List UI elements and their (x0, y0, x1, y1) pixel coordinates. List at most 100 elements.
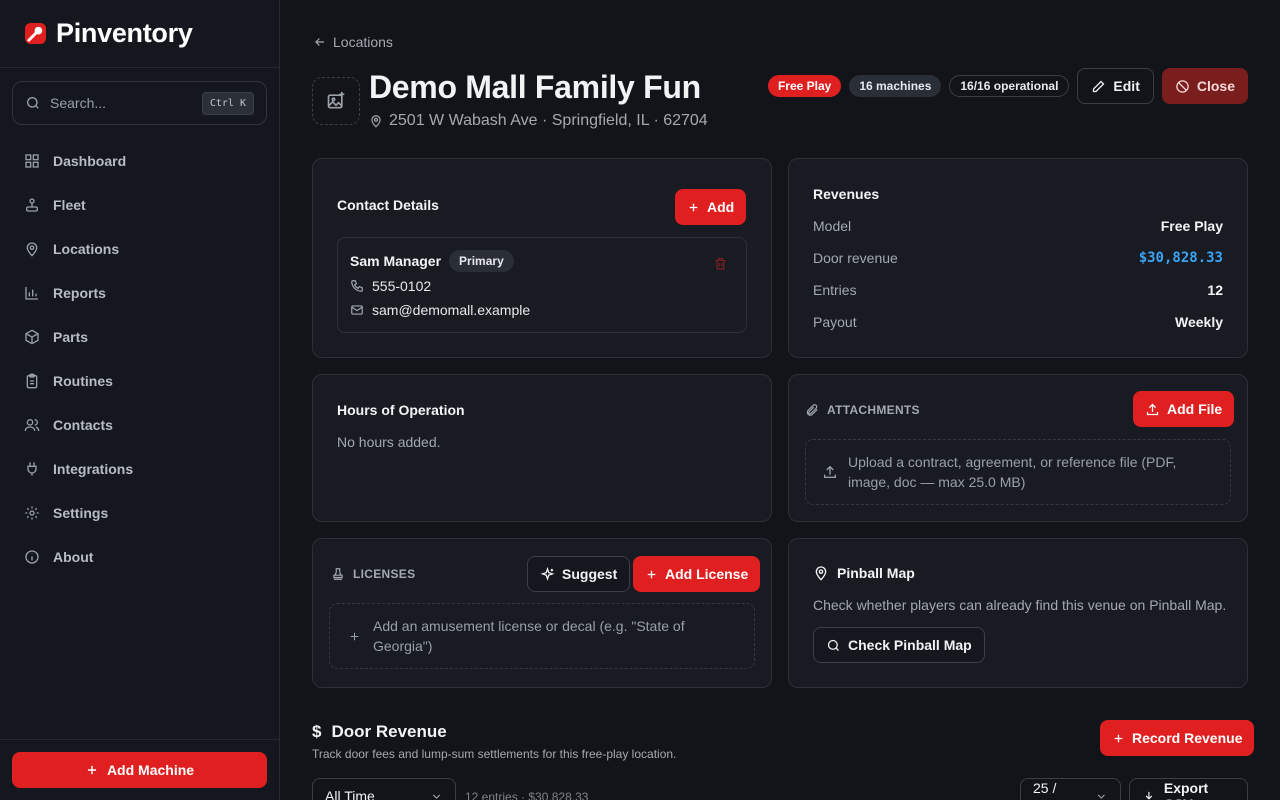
add-license-label: Add License (665, 566, 749, 582)
revenue-label: Payout (813, 314, 857, 330)
sparkles-icon (540, 566, 555, 581)
sidebar-item-settings[interactable]: Settings (12, 491, 267, 535)
sidebar-item-parts[interactable]: Parts (12, 315, 267, 359)
time-filter-select[interactable]: All Time (312, 778, 456, 800)
edit-button[interactable]: Edit (1077, 68, 1154, 104)
sidebar-item-label: Locations (53, 241, 120, 257)
time-filter-value: All Time (325, 788, 375, 800)
export-csv-button[interactable]: Export CSV (1129, 778, 1248, 800)
users-icon (24, 419, 40, 432)
package-icon (25, 329, 39, 345)
brand[interactable]: Pinventory (0, 0, 279, 68)
add-license-button[interactable]: Add License (633, 556, 761, 592)
page-size-select[interactable]: 25 / page (1020, 778, 1121, 800)
door-revenue-subtitle: Track door fees and lump-sum settlements… (312, 747, 677, 761)
entries-summary: 12 entries · $30,828.33 (465, 790, 589, 800)
pinball-logo-icon (24, 22, 47, 45)
licenses-card: LICENSES Suggest Add License Add an amus… (312, 538, 772, 688)
location-image-upload[interactable] (312, 77, 360, 125)
page-title: Demo Mall Family Fun (369, 69, 701, 105)
door-revenue-header: $ Door Revenue (312, 722, 447, 742)
sidebar-item-label: Contacts (53, 417, 113, 433)
arrow-left-icon (315, 38, 325, 46)
map-pin-icon (815, 566, 827, 581)
plug-icon (27, 462, 37, 476)
plus-icon (689, 203, 698, 211)
sidebar-item-label: Parts (53, 329, 89, 345)
sidebar-item-contacts[interactable]: Contacts (12, 403, 267, 447)
add-license-dropzone[interactable]: Add an amusement license or decal (e.g. … (329, 603, 755, 669)
mail-icon (351, 305, 363, 315)
add-file-button[interactable]: Add File (1133, 391, 1235, 427)
add-contact-button[interactable]: Add (675, 189, 747, 225)
sidebar-item-label: Dashboard (53, 153, 127, 169)
dashboard-icon (25, 154, 39, 168)
search-input[interactable]: Search... Ctrl K (12, 81, 267, 125)
pinball-map-title: Pinball Map (837, 565, 915, 581)
check-pinball-map-label: Check Pinball Map (848, 637, 972, 653)
add-machine-button[interactable]: Add Machine (12, 752, 267, 788)
ban-icon (1176, 79, 1189, 93)
search-icon (27, 97, 39, 109)
revenue-row-entries: Entries 12 (813, 282, 1223, 298)
upload-hint: Upload a contract, agreement, or referen… (848, 452, 1176, 492)
map-pin-icon (371, 115, 381, 128)
sidebar-item-dashboard[interactable]: Dashboard (12, 139, 267, 183)
sidebar-item-about[interactable]: About (12, 535, 267, 579)
upload-dropzone[interactable]: Upload a contract, agreement, or referen… (805, 439, 1231, 505)
search-icon (827, 639, 839, 651)
revenue-value: Weekly (1175, 314, 1223, 330)
record-revenue-button[interactable]: Record Revenue (1100, 720, 1255, 756)
gear-icon (25, 506, 39, 520)
search-shortcut: Ctrl K (201, 91, 254, 115)
suggest-button[interactable]: Suggest (527, 556, 631, 592)
trash-icon[interactable] (713, 256, 728, 271)
add-contact-label: Add (707, 199, 735, 215)
license-hint-line: Add an amusement license or decal (e.g. … (373, 618, 685, 634)
contact-phone[interactable]: 555-0102 (372, 278, 431, 294)
bar-chart-icon (25, 287, 38, 300)
plus-icon (87, 765, 97, 775)
sidebar-item-fleet[interactable]: Fleet (12, 183, 267, 227)
sidebar-item-integrations[interactable]: Integrations (12, 447, 267, 491)
revenue-label: Entries (813, 282, 857, 298)
sidebar-item-routines[interactable]: Routines (12, 359, 267, 403)
door-revenue-value: $30,828.33 (1138, 250, 1223, 266)
sidebar-item-label: Settings (53, 505, 109, 521)
plus-icon (350, 632, 359, 640)
joystick-icon (26, 198, 38, 212)
pinball-map-description: Check whether players can already find t… (813, 597, 1227, 613)
sidebar-item-locations[interactable]: Locations (12, 227, 267, 271)
revenue-row-door: Door revenue $30,828.33 (813, 250, 1223, 266)
back-link[interactable]: Locations (313, 34, 393, 50)
door-revenue-title: Door Revenue (331, 722, 447, 741)
sidebar-nav: Dashboard Fleet Locations Reports Parts … (12, 139, 267, 579)
revenue-row-model: Model Free Play (813, 218, 1223, 234)
search-placeholder: Search... (50, 95, 107, 111)
sidebar: Pinventory Search... Ctrl K Dashboard Fl… (0, 0, 280, 800)
image-plus-icon (327, 91, 345, 109)
page-size-value: 25 / page (1033, 780, 1064, 800)
close-location-button[interactable]: Close (1161, 68, 1248, 104)
dollar-icon: $ (312, 722, 322, 741)
info-icon (25, 550, 39, 564)
contact-email[interactable]: sam@demomall.example (372, 302, 530, 318)
edit-label: Edit (1113, 78, 1140, 94)
sidebar-item-reports[interactable]: Reports (12, 271, 267, 315)
sidebar-item-label: Fleet (53, 197, 86, 213)
license-hint-line: Georgia") (373, 638, 433, 654)
licenses-label: LICENSES (353, 567, 416, 581)
main-content: Locations Demo Mall Family Fun 2501 W Wa… (280, 0, 1280, 800)
upload-icon (1146, 403, 1159, 415)
upload-hint-line: image, doc — max 25.0 MB) (848, 474, 1026, 490)
revenue-label: Model (813, 218, 852, 234)
hours-empty-text: No hours added. (337, 434, 441, 450)
clipboard-icon (26, 373, 38, 389)
contact-role-badge: Primary (449, 250, 514, 272)
check-pinball-map-button[interactable]: Check Pinball Map (813, 627, 985, 663)
plus-icon (647, 570, 656, 578)
phone-icon (351, 280, 363, 292)
contact-details-title: Contact Details (337, 197, 439, 213)
sidebar-item-label: Routines (53, 373, 113, 389)
close-label: Close (1196, 78, 1235, 94)
